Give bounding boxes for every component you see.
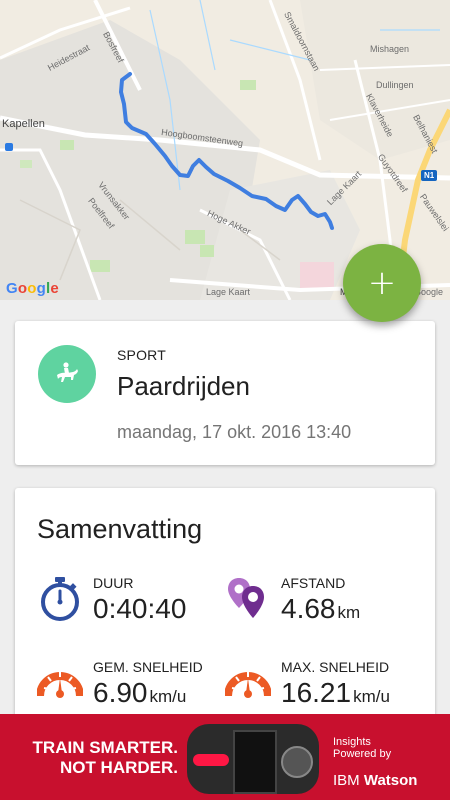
road-badge: N1 [421,170,438,181]
stat-distance-unit: km [337,603,361,622]
google-logo: Google [6,280,59,297]
stopwatch-icon [41,577,79,621]
ad-product-image [187,724,319,794]
stat-avg-speed-label: GEM. SNELHEID [93,659,203,675]
sport-category-label: SPORT [117,347,166,363]
map-label-kapellen: Kapellen [2,118,45,130]
stat-duration-value: 0:40:40 [93,593,187,624]
summary-title: Samenvatting [37,514,203,544]
activity-date: maandag, 17 okt. 2016 13:40 [117,422,352,442]
stat-max-speed-value: 16.21 km/u [281,677,390,708]
ad-headline: TRAIN SMARTER. NOT HARDER. [32,738,178,777]
ad-insights-text: Insights Powered by [333,736,392,760]
stat-distance-value: 4.68 km [281,593,361,624]
ibm-watson-logo: IBM Watson [333,772,418,789]
stat-distance-label: AFSTAND [281,575,346,591]
stat-avg-speed-unit: km/u [149,687,187,706]
add-button[interactable]: + [343,244,421,322]
stat-duration-label: DUUR [93,575,134,591]
map-pins-icon [228,578,264,618]
phone-image [233,730,277,794]
ad-banner[interactable]: TRAIN SMARTER. NOT HARDER. Insights Powe… [0,714,450,800]
map-label-dullingen: Dullingen [376,80,414,90]
stat-max-speed-label: MAX. SNELHEID [281,659,390,675]
stat-avg-speed-value: 6.90 km/u [93,677,187,708]
fitness-band-image [193,754,229,766]
stat-max-speed-unit: km/u [353,687,390,706]
watch-image [281,746,313,778]
map-label-lage-kaart-bottom: Lage Kaart [206,287,251,297]
map-label-mishagen: Mishagen [370,44,410,54]
activity-name: Paardrijden [117,371,250,401]
sport-card[interactable]: SPORT Paardrijden maandag, 17 okt. 2016 … [15,321,435,465]
speedometer-icon [37,672,83,698]
summary-card: Samenvatting DUUR 0:40:40 AFSTAND 4.68 km [15,488,435,728]
horse-rider-icon [38,345,96,403]
speedometer-icon [225,672,271,698]
plus-icon: + [367,263,397,303]
